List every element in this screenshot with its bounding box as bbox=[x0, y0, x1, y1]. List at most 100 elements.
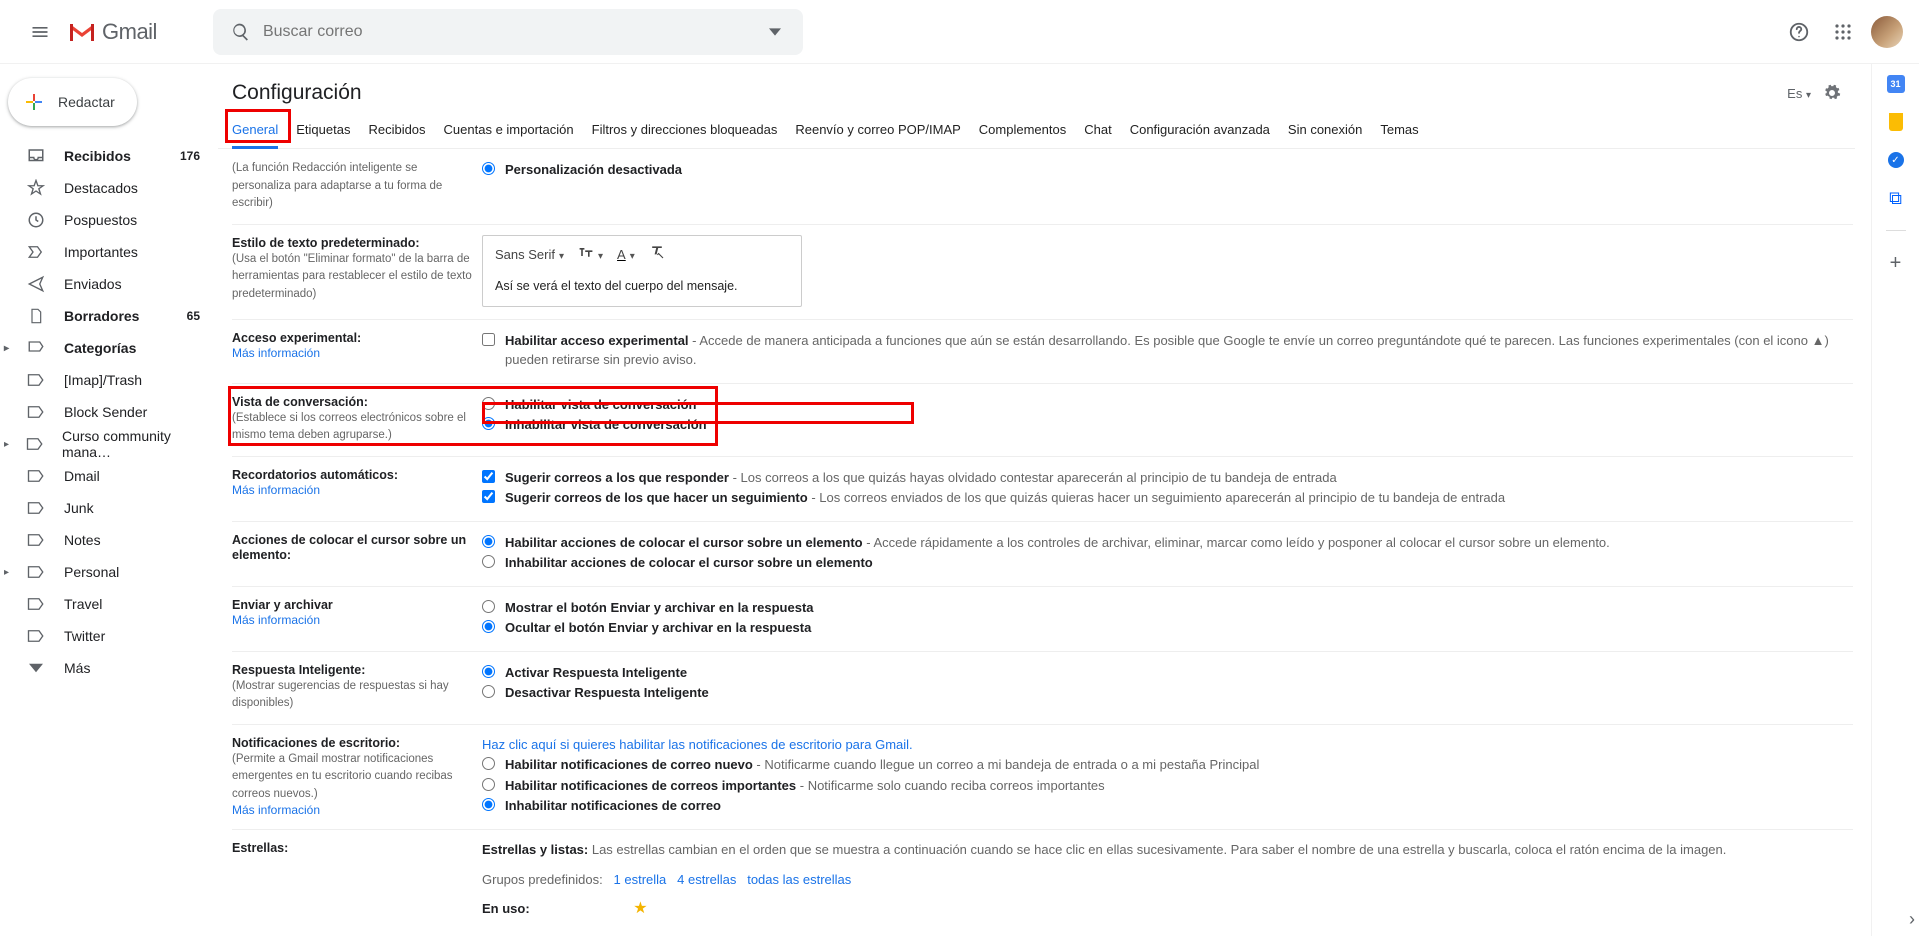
important-icon bbox=[26, 242, 46, 262]
sidebar-item-categor-as[interactable]: ▸Categorías bbox=[0, 332, 212, 364]
nudges-more-link[interactable]: Más información bbox=[232, 483, 320, 497]
compose-button[interactable]: Redactar bbox=[8, 78, 137, 126]
sidebar-item-twitter[interactable]: Twitter bbox=[0, 620, 212, 652]
search-icon bbox=[231, 22, 251, 42]
smart-reply-off[interactable]: Desactivar Respuesta Inteligente bbox=[482, 683, 1853, 703]
sidebar-item-importantes[interactable]: Importantes bbox=[0, 236, 212, 268]
row-title-smart-reply: Respuesta Inteligente: bbox=[232, 663, 365, 677]
label-icon bbox=[26, 370, 46, 390]
notif-more-link[interactable]: Más información bbox=[232, 803, 320, 817]
sidebar-item-borradores[interactable]: Borradores65 bbox=[0, 300, 212, 332]
hamburger-icon bbox=[30, 22, 50, 42]
preset-1star[interactable]: 1 estrella bbox=[614, 872, 667, 887]
experimental-enable[interactable]: Habilitar acceso experimental - Accede d… bbox=[482, 331, 1853, 370]
send-archive-show[interactable]: Mostrar el botón Enviar y archivar en la… bbox=[482, 598, 1853, 618]
tab-cuentas-e-importaci-n[interactable]: Cuentas e importación bbox=[444, 114, 574, 148]
tasks-addon[interactable]: ✓ bbox=[1886, 150, 1906, 170]
category-icon bbox=[26, 338, 46, 358]
search-button[interactable] bbox=[221, 12, 261, 52]
smart-compose-sub: (La función Redacción inteligente se per… bbox=[232, 162, 442, 209]
tab-general[interactable]: General bbox=[232, 114, 278, 149]
notif-off[interactable]: Inhabilitar notificaciones de correo bbox=[482, 796, 1853, 816]
language-selector[interactable]: Es ▾ bbox=[1787, 86, 1811, 101]
send-archive-hide[interactable]: Ocultar el botón Enviar y archivar en la… bbox=[482, 618, 1853, 638]
sidebar-item-label: Borradores bbox=[64, 308, 139, 324]
sidebar-item-label: Block Sender bbox=[64, 404, 147, 420]
notif-new[interactable]: Habilitar notificaciones de correo nuevo… bbox=[482, 755, 1853, 775]
tab-recibidos[interactable]: Recibidos bbox=[368, 114, 425, 148]
tab-reenv-o-y-correo-pop-imap[interactable]: Reenvío y correo POP/IMAP bbox=[795, 114, 960, 148]
sidebar-item-label: Travel bbox=[64, 596, 102, 612]
font-color-select[interactable]: A bbox=[617, 245, 635, 265]
tab-temas[interactable]: Temas bbox=[1380, 114, 1418, 148]
conv-disable[interactable]: Inhabilitar vista de conversación bbox=[482, 415, 1853, 435]
search-bar[interactable] bbox=[213, 9, 803, 55]
notif-enable-link[interactable]: Haz clic aquí si quieres habilitar las n… bbox=[482, 737, 913, 752]
tab-chat[interactable]: Chat bbox=[1084, 114, 1111, 148]
sidebar-item-enviados[interactable]: Enviados bbox=[0, 268, 212, 300]
star-yellow-icon[interactable]: ★ bbox=[633, 900, 647, 917]
font-family-select[interactable]: Sans Serif bbox=[495, 245, 564, 265]
settings-gear-button[interactable] bbox=[1817, 78, 1847, 108]
conv-enable[interactable]: Habilitar vista de conversación bbox=[482, 395, 1853, 415]
sidebar-item--imap-trash[interactable]: [Imap]/Trash bbox=[0, 364, 212, 396]
side-panel-toggle[interactable]: › bbox=[1909, 909, 1915, 930]
clear-format-button[interactable] bbox=[649, 244, 665, 266]
tab-sin-conexi-n[interactable]: Sin conexión bbox=[1288, 114, 1362, 148]
smart-personalization-off[interactable]: Personalización desactivada bbox=[482, 160, 1853, 180]
sidebar-item-recibidos[interactable]: Recibidos176 bbox=[0, 140, 212, 172]
sidebar-item-travel[interactable]: Travel bbox=[0, 588, 212, 620]
keep-addon[interactable] bbox=[1886, 112, 1906, 132]
calendar-addon[interactable]: 31 bbox=[1886, 74, 1906, 94]
sidebar-item-label: Más bbox=[64, 660, 90, 676]
dropbox-addon[interactable]: ⧉ bbox=[1886, 188, 1906, 208]
notif-important[interactable]: Habilitar notificaciones de correos impo… bbox=[482, 776, 1853, 796]
gmail-icon bbox=[68, 21, 96, 43]
font-size-select[interactable] bbox=[578, 245, 603, 265]
sidebar-item-label: Enviados bbox=[64, 276, 122, 292]
caret-down-icon bbox=[769, 26, 781, 38]
sidebar-item-m-s[interactable]: Más bbox=[0, 652, 212, 684]
row-title-nudges: Recordatorios automáticos: bbox=[232, 468, 398, 482]
nudge-followup[interactable]: Sugerir correos de los que hacer un segu… bbox=[482, 488, 1853, 508]
support-button[interactable] bbox=[1779, 12, 1819, 52]
preset-4star[interactable]: 4 estrellas bbox=[677, 872, 736, 887]
smart-reply-on[interactable]: Activar Respuesta Inteligente bbox=[482, 663, 1853, 683]
hover-enable[interactable]: Habilitar acciones de colocar el cursor … bbox=[482, 533, 1853, 553]
preset-allstar[interactable]: todas las estrellas bbox=[747, 872, 851, 887]
account-avatar[interactable] bbox=[1871, 16, 1903, 48]
send-archive-more-link[interactable]: Más información bbox=[232, 613, 320, 627]
nudge-reply[interactable]: Sugerir correos a los que responder - Lo… bbox=[482, 468, 1853, 488]
sidebar-item-label: Twitter bbox=[64, 628, 105, 644]
gmail-logo[interactable]: Gmail bbox=[68, 19, 157, 45]
sidebar-item-notes[interactable]: Notes bbox=[0, 524, 212, 556]
tab-etiquetas[interactable]: Etiquetas bbox=[296, 114, 350, 148]
sidebar-item-label: [Imap]/Trash bbox=[64, 372, 142, 388]
main-menu-button[interactable] bbox=[16, 8, 64, 56]
apps-button[interactable] bbox=[1823, 12, 1863, 52]
sidebar-item-destacados[interactable]: Destacados bbox=[0, 172, 212, 204]
label-icon bbox=[26, 466, 46, 486]
sidebar-item-personal[interactable]: ▸Personal bbox=[0, 556, 212, 588]
tab-complementos[interactable]: Complementos bbox=[979, 114, 1066, 148]
sidebar-item-curso-community-mana-[interactable]: ▸Curso community mana… bbox=[0, 428, 212, 460]
sidebar-item-block-sender[interactable]: Block Sender bbox=[0, 396, 212, 428]
get-addons-button[interactable]: + bbox=[1886, 253, 1906, 273]
stars-inuse-label: En uso: bbox=[482, 901, 530, 916]
help-icon bbox=[1788, 21, 1810, 43]
sidebar-item-label: Dmail bbox=[64, 468, 100, 484]
search-options-button[interactable] bbox=[755, 12, 795, 52]
sidebar-item-pospuestos[interactable]: Pospuestos bbox=[0, 204, 212, 236]
row-title-notifications: Notificaciones de escritorio: bbox=[232, 736, 400, 750]
sidebar-item-count: 176 bbox=[180, 149, 200, 163]
hover-disable[interactable]: Inhabilitar acciones de colocar el curso… bbox=[482, 553, 1853, 573]
plus-multicolor-icon bbox=[22, 90, 46, 114]
sidebar: Redactar Recibidos176DestacadosPospuesto… bbox=[0, 64, 212, 936]
tab-configuraci-n-avanzada[interactable]: Configuración avanzada bbox=[1130, 114, 1270, 148]
experimental-more-link[interactable]: Más información bbox=[232, 346, 320, 360]
compose-label: Redactar bbox=[58, 94, 115, 110]
search-input[interactable] bbox=[261, 22, 755, 42]
sidebar-item-dmail[interactable]: Dmail bbox=[0, 460, 212, 492]
sidebar-item-junk[interactable]: Junk bbox=[0, 492, 212, 524]
tab-filtros-y-direcciones-bloqueadas[interactable]: Filtros y direcciones bloqueadas bbox=[592, 114, 778, 148]
